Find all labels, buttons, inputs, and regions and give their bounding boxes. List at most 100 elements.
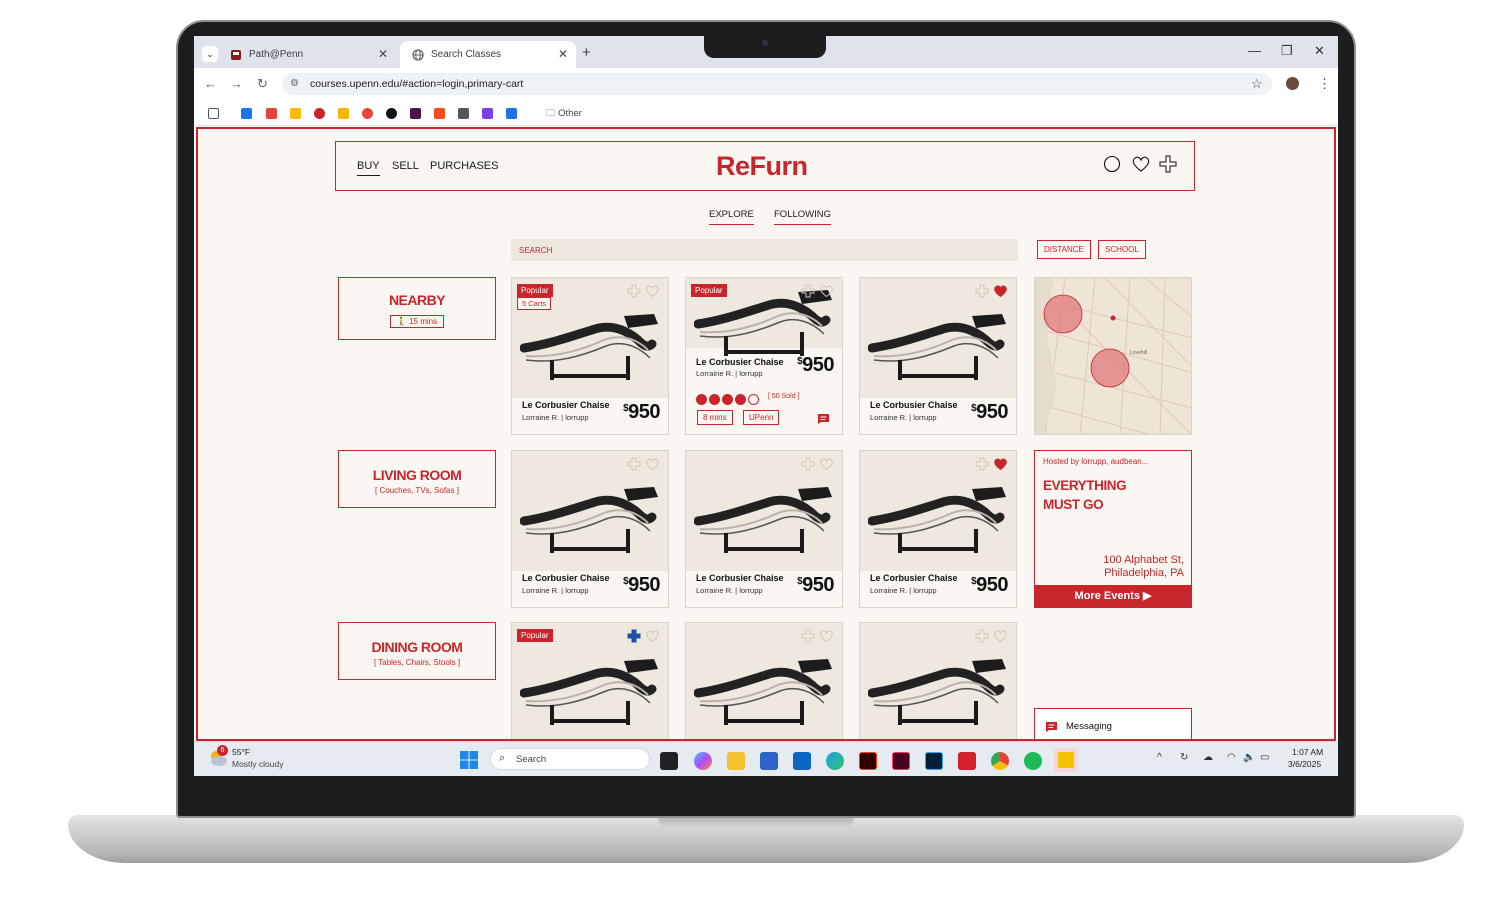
logo[interactable]: ReFurn xyxy=(716,151,808,182)
c-icon[interactable] xyxy=(506,108,517,119)
acrobat-icon[interactable] xyxy=(958,752,976,770)
tab-path-penn[interactable]: Path@Penn ✕ xyxy=(218,41,396,68)
asterisk-icon[interactable] xyxy=(362,108,373,119)
favorite-heart-icon[interactable] xyxy=(645,630,660,647)
window-close-icon[interactable]: ✕ xyxy=(1314,43,1325,59)
pinterest-icon[interactable] xyxy=(314,108,325,119)
spotify-icon[interactable] xyxy=(1024,752,1042,770)
taskbar-search[interactable] xyxy=(490,748,650,770)
category-dining-room[interactable]: DINING ROOM [ Tables, Chairs, Stools ] xyxy=(338,622,496,680)
nav-buy[interactable]: BUY xyxy=(357,160,380,176)
add-to-cart-plus-icon[interactable] xyxy=(801,629,815,647)
clock-date[interactable]: 3/6/2025 xyxy=(1288,759,1321,769)
time-pill[interactable]: 8 mins xyxy=(697,410,733,425)
favorite-heart-icon[interactable] xyxy=(993,630,1008,647)
subtab-following[interactable]: FOLLOWING xyxy=(774,209,832,225)
photoshop-icon[interactable] xyxy=(925,752,943,770)
school-filter-button[interactable]: SCHOOL xyxy=(1098,240,1146,259)
product-card[interactable]: Popular 5 Carts Le Corbusier Chaise Lorrain… xyxy=(511,277,669,435)
add-to-cart-plus-icon[interactable] xyxy=(801,457,815,475)
product-card[interactable]: Le Corbusier Chaise Lorraine R. | lorrupp… xyxy=(685,450,843,608)
restore-icon[interactable]: ❐ xyxy=(1281,43,1293,59)
tab-search-menu-button[interactable]: ⌄ xyxy=(202,46,218,62)
indesign-icon[interactable] xyxy=(892,752,910,770)
illustrator-icon[interactable] xyxy=(859,752,877,770)
close-icon[interactable]: ✕ xyxy=(378,47,388,61)
cloud-icon[interactable]: ☁ xyxy=(1203,752,1213,763)
add-to-cart-plus-icon[interactable] xyxy=(975,284,989,302)
back-arrow-icon[interactable]: ← xyxy=(204,76,217,91)
apps-grid-icon[interactable] xyxy=(208,108,219,119)
mountain-icon[interactable] xyxy=(458,108,469,119)
windows-start-icon[interactable] xyxy=(460,751,478,774)
search-input[interactable] xyxy=(511,239,1018,261)
new-tab-plus-icon[interactable]: + xyxy=(582,44,591,61)
reload-icon[interactable]: ↻ xyxy=(257,76,268,92)
plus-icon[interactable] xyxy=(1159,155,1177,178)
product-card[interactable]: Le Corbusier Chaise Lorraine R. | lorrupp… xyxy=(511,450,669,608)
tray-chevron-up-icon[interactable]: ^ xyxy=(1157,752,1162,763)
site-settings-icon[interactable]: ⚙ xyxy=(290,78,299,89)
more-events-button[interactable]: More Events ▶ xyxy=(1034,585,1192,608)
url-text[interactable]: courses.upenn.edu/#action=login,primary-… xyxy=(310,78,523,90)
subtab-explore[interactable]: EXPLORE xyxy=(709,209,754,225)
nearby-map[interactable]: Lovehill xyxy=(1034,277,1192,435)
more-menu-icon[interactable]: ⋮ xyxy=(1318,76,1331,92)
favorite-heart-icon[interactable] xyxy=(645,458,660,475)
figma-icon[interactable] xyxy=(434,108,445,119)
profile-avatar[interactable] xyxy=(1286,77,1299,90)
favorite-heart-icon[interactable] xyxy=(645,285,660,302)
edge-icon[interactable] xyxy=(826,752,844,770)
add-to-cart-plus-icon[interactable] xyxy=(975,457,989,475)
slack-icon[interactable] xyxy=(410,108,421,119)
bookmark-folder-other[interactable]: 🗀 Other xyxy=(546,106,582,122)
favorite-heart-icon[interactable] xyxy=(819,458,834,475)
product-card[interactable]: Popular xyxy=(511,622,669,739)
add-to-cart-plus-icon[interactable] xyxy=(627,457,641,475)
task-view-icon[interactable] xyxy=(660,752,678,770)
product-card[interactable]: Le Corbusier Chaise Lorraine R. | lorrupp… xyxy=(859,277,1017,435)
messaging-panel[interactable]: Messaging xyxy=(1034,708,1192,739)
openai-icon[interactable] xyxy=(386,108,397,119)
wifi-icon[interactable]: ◠ xyxy=(1227,752,1236,763)
store-icon[interactable] xyxy=(760,752,778,770)
product-card[interactable]: Popular Le Corbusier Chaise Lorraine R. | … xyxy=(685,277,843,435)
nav-sell[interactable]: SELL xyxy=(392,160,419,172)
bookmark-star-icon[interactable]: ☆ xyxy=(1251,76,1263,92)
product-card[interactable]: Le Corbusier Chaise Lorraine R. | lorrupp… xyxy=(859,450,1017,608)
sync-icon[interactable]: ↻ xyxy=(1180,752,1188,763)
forward-arrow-icon[interactable]: → xyxy=(230,76,243,91)
distance-filter-button[interactable]: DISTANCE xyxy=(1037,240,1091,259)
favorite-heart-icon[interactable] xyxy=(993,285,1008,302)
minimize-icon[interactable]: — xyxy=(1248,43,1261,58)
favorite-heart-icon[interactable] xyxy=(819,630,834,647)
tab-search-classes[interactable]: Search Classes ✕ xyxy=(400,41,576,68)
chrome-icon[interactable] xyxy=(991,752,1009,770)
school-pill[interactable]: UPenn xyxy=(743,410,780,425)
category-nearby[interactable]: NEARBY 🚶 15 mins xyxy=(338,277,496,340)
nav-purchases[interactable]: PURCHASES xyxy=(430,160,498,172)
file-explorer-icon[interactable] xyxy=(727,752,745,770)
add-to-cart-plus-icon[interactable] xyxy=(627,284,641,302)
dell-icon[interactable] xyxy=(793,752,811,770)
battery-icon[interactable]: ▭ xyxy=(1260,752,1269,763)
clock-time[interactable]: 1:07 AM xyxy=(1292,747,1323,757)
profile-circle-icon[interactable] xyxy=(1103,155,1121,178)
weather-desc[interactable]: Mostly cloudy xyxy=(232,759,284,769)
add-to-cart-plus-icon[interactable] xyxy=(801,284,815,302)
favorite-heart-icon[interactable] xyxy=(819,285,834,302)
message-seller-icon[interactable] xyxy=(817,412,830,430)
ed-icon[interactable] xyxy=(482,108,493,119)
bolt-icon[interactable] xyxy=(338,108,349,119)
gmail-icon[interactable] xyxy=(266,108,277,119)
calendar-icon[interactable] xyxy=(241,108,252,119)
close-icon[interactable]: ✕ xyxy=(558,47,568,61)
product-card[interactable] xyxy=(859,622,1017,739)
heart-icon[interactable] xyxy=(1131,155,1151,178)
category-living-room[interactable]: LIVING ROOM [ Couches, TVs, Sofas ] xyxy=(338,450,496,508)
copilot-icon[interactable] xyxy=(694,752,712,770)
volume-icon[interactable]: 🔈 xyxy=(1243,752,1255,763)
product-card[interactable] xyxy=(685,622,843,739)
favorite-heart-icon[interactable] xyxy=(993,458,1008,475)
add-to-cart-plus-icon[interactable] xyxy=(975,629,989,647)
